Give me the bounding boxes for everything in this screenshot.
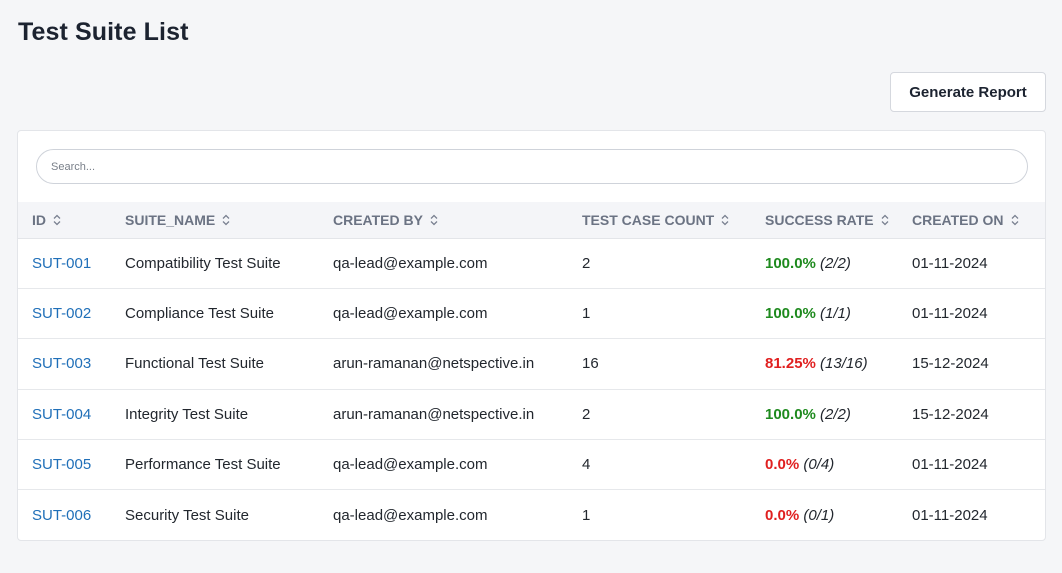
sort-icon[interactable] xyxy=(880,214,890,226)
cell-success-rate: 100.0% (1/1) xyxy=(765,288,912,338)
cell-test-case-count: 16 xyxy=(582,355,599,373)
suite-id-link[interactable]: SUT-006 xyxy=(32,507,91,524)
search-input[interactable] xyxy=(36,149,1028,184)
cell-success-rate: 100.0% (2/2) xyxy=(765,238,912,288)
column-header-label: SUITE_NAME xyxy=(125,211,216,228)
suite-id-link[interactable]: SUT-003 xyxy=(32,355,91,372)
table-row: SUT-001 Compatibility Test Suite qa-lead… xyxy=(18,238,1045,289)
cell-success-rate: 0.0% (0/4) xyxy=(765,440,912,490)
suite-id-link[interactable]: SUT-001 xyxy=(32,255,91,272)
success-rate-percent: 0.0% xyxy=(765,456,800,474)
cell-suite-name: Security Test Suite xyxy=(125,506,249,524)
suite-id-link[interactable]: SUT-002 xyxy=(32,305,91,322)
sort-icon[interactable] xyxy=(52,214,62,226)
search-bar xyxy=(36,149,1028,184)
cell-success-rate: 0.0% (0/1) xyxy=(765,490,912,540)
cell-created-on: 15-12-2024 xyxy=(912,355,989,373)
cell-suite-name: Performance Test Suite xyxy=(125,456,281,474)
column-header-suite-name[interactable]: SUITE_NAME xyxy=(125,202,333,239)
success-rate-fraction: (0/4) xyxy=(803,456,835,474)
cell-test-case-count: 2 xyxy=(582,254,591,272)
success-rate-percent: 100.0% xyxy=(765,405,816,423)
sort-icon[interactable] xyxy=(221,214,231,226)
column-header-created-by[interactable]: CREATED BY xyxy=(333,202,582,239)
column-header-test-case-count[interactable]: TEST CASE COUNT xyxy=(582,202,765,239)
cell-created-on: 01-11-2024 xyxy=(912,254,988,272)
column-header-success-rate[interactable]: SUCCESS RATE xyxy=(765,202,912,239)
column-header-label: CREATED BY xyxy=(333,211,423,228)
cell-test-case-count: 4 xyxy=(582,456,591,474)
cell-success-rate: 81.25% (13/16) xyxy=(765,339,912,389)
success-rate-percent: 0.0% xyxy=(765,506,800,524)
column-header-label: ID xyxy=(32,211,46,228)
success-rate-fraction: (0/1) xyxy=(803,506,835,524)
cell-suite-name: Compliance Test Suite xyxy=(125,305,274,323)
column-header-label: TEST CASE COUNT xyxy=(582,211,715,228)
success-rate-percent: 100.0% xyxy=(765,254,816,272)
cell-id: SUT-005 xyxy=(18,440,125,490)
table-row: SUT-004 Integrity Test Suite arun-ramana… xyxy=(18,389,1045,440)
success-rate-percent: 81.25% xyxy=(765,355,816,373)
test-suite-card: ID SUITE_NAME CREATED BY TEST CASE COUNT… xyxy=(17,130,1046,541)
cell-id: SUT-006 xyxy=(18,490,125,540)
table-header-row: ID SUITE_NAME CREATED BY TEST CASE COUNT… xyxy=(18,202,1045,239)
column-header-label: CREATED ON xyxy=(912,211,1004,228)
cell-id: SUT-001 xyxy=(18,238,125,288)
cell-suite-name: Functional Test Suite xyxy=(125,355,264,373)
cell-test-case-count: 1 xyxy=(582,506,591,524)
cell-id: SUT-002 xyxy=(18,288,125,338)
sort-icon[interactable] xyxy=(429,214,439,226)
generate-report-button[interactable]: Generate Report xyxy=(890,72,1046,112)
success-rate-fraction: (1/1) xyxy=(820,305,851,323)
cell-id: SUT-004 xyxy=(18,389,125,439)
suite-id-link[interactable]: SUT-005 xyxy=(32,456,91,473)
column-header-created-on[interactable]: CREATED ON xyxy=(912,202,1045,239)
cell-created-on: 01-11-2024 xyxy=(912,456,988,474)
cell-created-by: qa-lead@example.com xyxy=(333,456,488,474)
table-row: SUT-006 Security Test Suite qa-lead@exam… xyxy=(18,490,1045,540)
sort-icon[interactable] xyxy=(720,214,730,226)
cell-id: SUT-003 xyxy=(18,339,125,389)
cell-test-case-count: 2 xyxy=(582,405,591,423)
page-title: Test Suite List xyxy=(18,18,189,46)
cell-created-on: 15-12-2024 xyxy=(912,405,989,423)
cell-success-rate: 100.0% (2/2) xyxy=(765,389,912,439)
table-row: SUT-003 Functional Test Suite arun-raman… xyxy=(18,339,1045,390)
cell-created-by: arun-ramanan@netspective.in xyxy=(333,355,535,373)
success-rate-percent: 100.0% xyxy=(765,305,816,323)
success-rate-fraction: (2/2) xyxy=(820,405,851,423)
success-rate-fraction: (2/2) xyxy=(820,254,851,272)
table-row: SUT-002 Compliance Test Suite qa-lead@ex… xyxy=(18,288,1045,339)
suite-id-link[interactable]: SUT-004 xyxy=(32,406,91,423)
cell-created-by: qa-lead@example.com xyxy=(333,305,488,323)
cell-suite-name: Integrity Test Suite xyxy=(125,405,249,423)
column-header-id[interactable]: ID xyxy=(18,202,125,239)
sort-icon[interactable] xyxy=(1010,214,1020,226)
table-row: SUT-005 Performance Test Suite qa-lead@e… xyxy=(18,440,1045,490)
column-header-label: SUCCESS RATE xyxy=(765,211,874,228)
cell-created-by: qa-lead@example.com xyxy=(333,254,488,272)
cell-created-on: 01-11-2024 xyxy=(912,305,988,323)
success-rate-fraction: (13/16) xyxy=(820,355,868,373)
cell-created-by: qa-lead@example.com xyxy=(333,506,488,524)
test-suite-table: ID SUITE_NAME CREATED BY TEST CASE COUNT… xyxy=(18,202,1045,540)
cell-suite-name: Compatibility Test Suite xyxy=(125,254,281,272)
cell-created-on: 01-11-2024 xyxy=(912,506,988,524)
cell-test-case-count: 1 xyxy=(582,305,591,323)
cell-created-by: arun-ramanan@netspective.in xyxy=(333,405,535,423)
